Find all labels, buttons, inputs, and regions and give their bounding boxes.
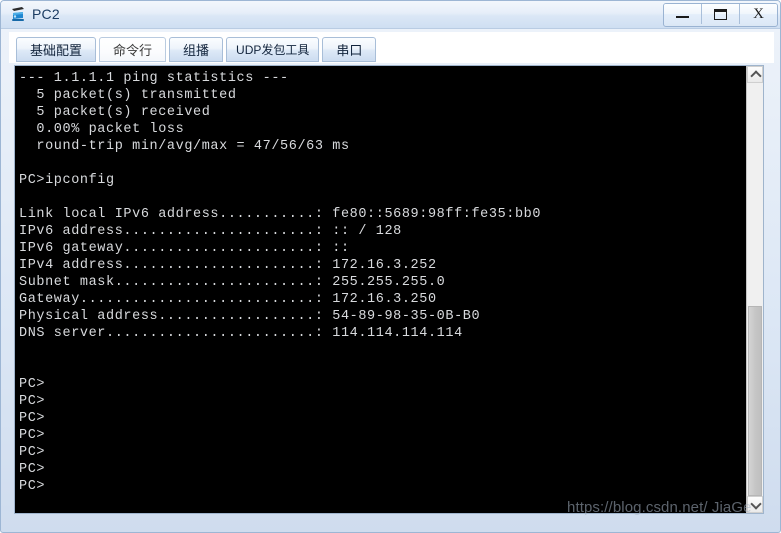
close-button[interactable]: X <box>740 4 777 24</box>
console-output: --- 1.1.1.1 ping statistics --- 5 packet… <box>19 71 542 494</box>
window-controls: X <box>663 3 778 27</box>
tab-bar: 基础配置 命令行 组播 UDP发包工具 串口 <box>9 32 774 63</box>
scroll-down-button[interactable] <box>747 496 763 513</box>
maximize-button[interactable] <box>702 4 740 24</box>
window-titlebar[interactable]: PC2 X <box>1 1 780 29</box>
tab-list: 基础配置 命令行 组播 UDP发包工具 串口 <box>16 36 379 62</box>
chevron-down-icon <box>750 498 762 510</box>
tab-udp-packet-tool[interactable]: UDP发包工具 <box>226 37 320 62</box>
tab-label: 组播 <box>183 43 210 58</box>
maximize-icon <box>714 9 727 20</box>
tab-label: 基础配置 <box>30 43 83 58</box>
tab-label: 命令行 <box>113 43 153 58</box>
scrollbar-thumb[interactable] <box>748 306 762 496</box>
pc-device-icon <box>9 5 28 24</box>
close-icon: X <box>753 6 764 22</box>
tab-basic-config[interactable]: 基础配置 <box>16 37 97 62</box>
tab-multicast[interactable]: 组播 <box>169 37 224 62</box>
tab-command-line[interactable]: 命令行 <box>99 37 167 62</box>
minimize-icon <box>676 16 689 18</box>
chevron-up-icon <box>750 70 762 82</box>
console-panel[interactable]: --- 1.1.1.1 ping statistics --- 5 packet… <box>14 65 764 514</box>
tab-label: UDP发包工具 <box>236 43 310 57</box>
console-scrollbar[interactable] <box>746 66 763 513</box>
pc2-window: PC2 X 基础配置 命令行 组播 UDP发包工具 串口 --- 1.1.1.1… <box>0 0 781 533</box>
tab-label: 串口 <box>336 43 363 58</box>
minimize-button[interactable] <box>664 4 702 24</box>
window-title: PC2 <box>32 6 60 22</box>
scroll-up-button[interactable] <box>747 66 763 83</box>
tab-serial-port[interactable]: 串口 <box>322 37 377 62</box>
